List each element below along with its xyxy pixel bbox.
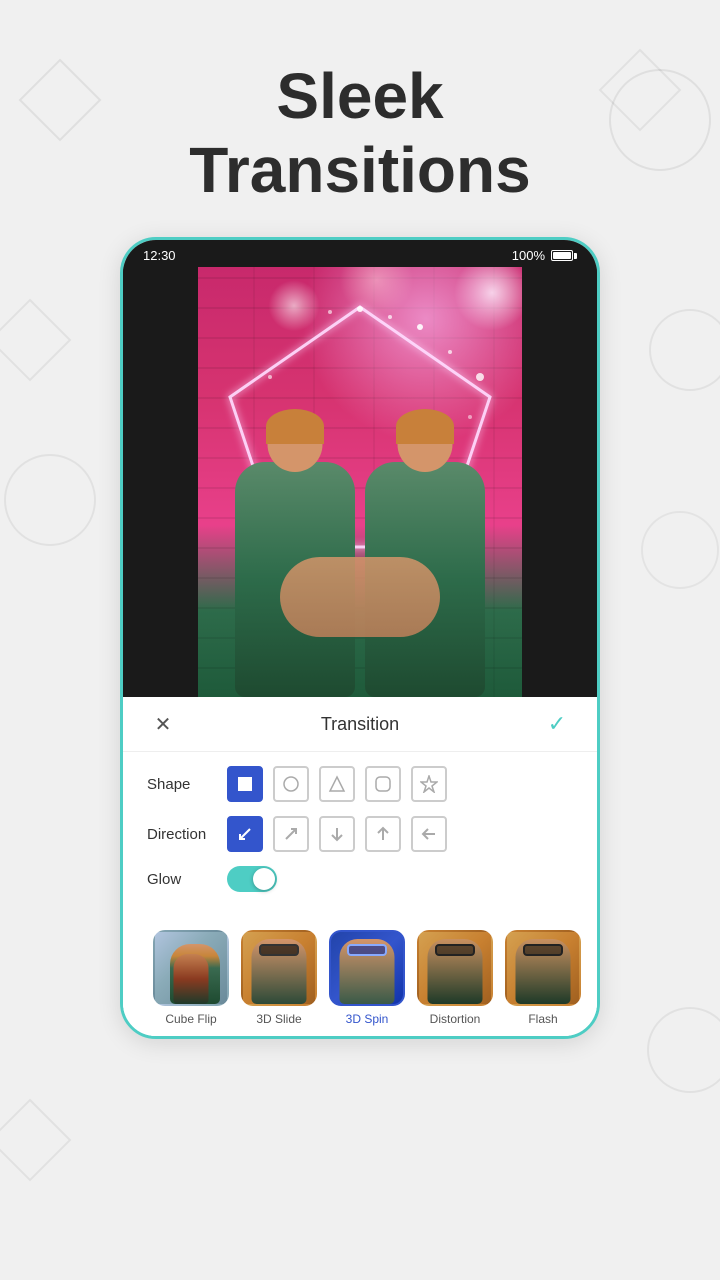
direction-control-row: Direction	[147, 816, 573, 852]
shape-square-btn[interactable]	[227, 766, 263, 802]
transition-distortion[interactable]: Distortion	[411, 930, 499, 1026]
shape-circle-btn[interactable]	[273, 766, 309, 802]
thumb-3d-slide	[241, 930, 317, 1006]
close-button[interactable]: ✕	[147, 712, 179, 737]
transition-flash[interactable]: Flash	[499, 930, 587, 1026]
bottom-panel: ✕ Transition ✓ Shape	[123, 697, 597, 1036]
toolbar: ✕ Transition ✓	[123, 697, 597, 752]
shape-options	[227, 766, 447, 802]
glow-control-row: Glow	[147, 866, 573, 892]
label-3d-slide: 3D Slide	[256, 1012, 301, 1026]
battery-percent: 100%	[512, 248, 545, 263]
shape-rounded-btn[interactable]	[365, 766, 401, 802]
phone-frame: 12:30 100%	[120, 237, 600, 1039]
image-area	[123, 267, 597, 697]
confirm-button[interactable]: ✓	[541, 711, 573, 737]
glow-toggle[interactable]	[227, 866, 277, 892]
dir-diagonal-in-btn[interactable]	[227, 816, 263, 852]
thumb-distortion	[417, 930, 493, 1006]
transition-3d-spin[interactable]: 3D Spin	[323, 930, 411, 1026]
page-title: Sleek Transitions	[0, 60, 720, 207]
label-3d-spin: 3D Spin	[346, 1012, 389, 1026]
label-flash: Flash	[528, 1012, 557, 1026]
label-distortion: Distortion	[430, 1012, 481, 1026]
direction-options	[227, 816, 447, 852]
title-area: Sleek Transitions	[0, 0, 720, 237]
shape-triangle-btn[interactable]	[319, 766, 355, 802]
dir-diagonal-out-btn[interactable]	[273, 816, 309, 852]
status-right: 100%	[512, 248, 577, 263]
label-cube-flip: Cube Flip	[165, 1012, 216, 1026]
glow-label: Glow	[147, 871, 227, 888]
toolbar-title: Transition	[321, 714, 399, 735]
shape-label: Shape	[147, 776, 227, 793]
dir-down-btn[interactable]	[319, 816, 355, 852]
status-bar: 12:30 100%	[123, 240, 597, 267]
transition-3d-slide[interactable]: 3D Slide	[235, 930, 323, 1026]
dir-left-btn[interactable]	[411, 816, 447, 852]
shape-control-row: Shape	[147, 766, 573, 802]
battery-icon	[551, 250, 577, 261]
transition-cube-flip[interactable]: Cube Flip	[147, 930, 235, 1026]
image-content	[195, 267, 525, 697]
dir-up-btn[interactable]	[365, 816, 401, 852]
thumb-3d-spin	[329, 930, 405, 1006]
controls-area: Shape	[123, 752, 597, 920]
transitions-row: Cube Flip 3D Slide 3D Spin	[123, 920, 597, 1036]
shape-star-btn[interactable]	[411, 766, 447, 802]
status-time: 12:30	[143, 248, 176, 263]
thumb-cube-flip	[153, 930, 229, 1006]
thumb-flash	[505, 930, 581, 1006]
direction-label: Direction	[147, 826, 227, 843]
